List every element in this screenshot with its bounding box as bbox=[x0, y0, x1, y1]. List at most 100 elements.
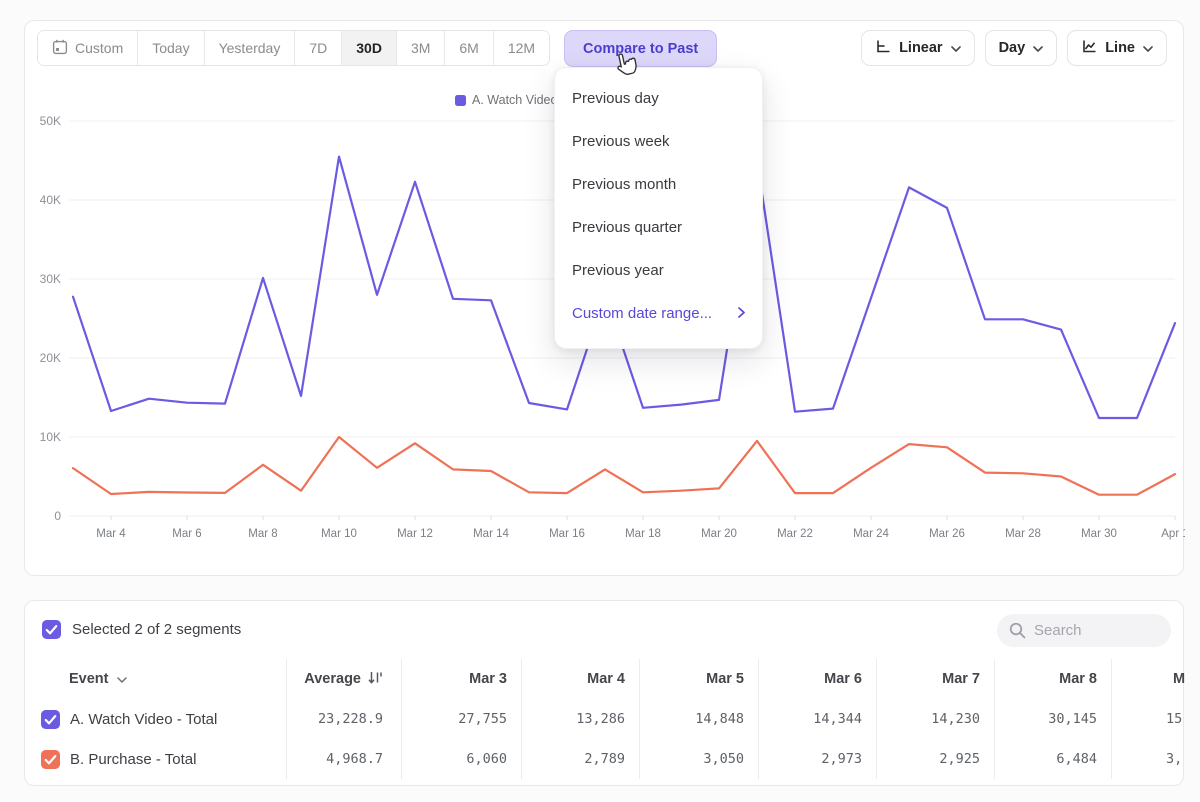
compare-to-past-menu: Previous dayPrevious weekPrevious monthP… bbox=[554, 67, 763, 349]
x-tick-label: Mar 8 bbox=[248, 528, 277, 540]
x-tick-label: Mar 22 bbox=[777, 528, 813, 540]
table-row-label: B. Purchase - Total bbox=[25, 739, 286, 779]
value-cell: 27,755 bbox=[401, 699, 521, 739]
x-tick-label: Mar 18 bbox=[625, 528, 661, 540]
value-cell: 2,789 bbox=[521, 739, 639, 779]
column-header-average[interactable]: Average bbox=[286, 659, 401, 699]
value-cell: 3, bbox=[1111, 739, 1185, 779]
cell-value: 15, bbox=[1166, 711, 1185, 727]
cell-value: 14,848 bbox=[695, 711, 744, 727]
table-row-label: A. Watch Video - Total bbox=[25, 699, 286, 739]
cell-value: 30,145 bbox=[1048, 711, 1097, 727]
x-tick-label: Mar 10 bbox=[321, 528, 357, 540]
chevron-right-icon bbox=[738, 305, 745, 322]
column-header-label: Mar 8 bbox=[1059, 671, 1097, 687]
cell-value: 2,789 bbox=[584, 751, 625, 767]
value-cell: 15, bbox=[1111, 699, 1185, 739]
x-tick-label: Mar 14 bbox=[473, 528, 509, 540]
segment-checkbox[interactable] bbox=[41, 750, 60, 769]
y-tick-label: 10K bbox=[40, 430, 61, 444]
column-header-label: Event bbox=[69, 671, 109, 687]
x-tick-label: Mar 26 bbox=[929, 528, 965, 540]
select-all-checkbox[interactable] bbox=[42, 620, 61, 639]
cell-value: 2,973 bbox=[821, 751, 862, 767]
custom-date-range-label: Custom date range... bbox=[572, 305, 712, 322]
menu-item-previous-day[interactable]: Previous day bbox=[555, 77, 762, 120]
value-cell: 14,344 bbox=[758, 699, 876, 739]
column-header-label: Mar 4 bbox=[587, 671, 625, 687]
x-tick-label: Mar 12 bbox=[397, 528, 433, 540]
x-tick-label: Mar 6 bbox=[172, 528, 201, 540]
cell-value: 14,230 bbox=[931, 711, 980, 727]
column-header-mar-5: Mar 5 bbox=[639, 659, 758, 699]
value-cell: 6,060 bbox=[401, 739, 521, 779]
cell-value: 6,060 bbox=[466, 751, 507, 767]
average-value: 4,968.7 bbox=[326, 751, 383, 767]
y-tick-label: 20K bbox=[40, 351, 61, 365]
y-tick-label: 0 bbox=[54, 509, 61, 523]
x-tick-label: Mar 30 bbox=[1081, 528, 1117, 540]
cell-value: 14,344 bbox=[813, 711, 862, 727]
cell-value: 3,050 bbox=[703, 751, 744, 767]
menu-item-previous-year[interactable]: Previous year bbox=[555, 249, 762, 292]
cell-value: 6,484 bbox=[1056, 751, 1097, 767]
cell-value: 3, bbox=[1166, 751, 1182, 767]
y-tick-label: 30K bbox=[40, 272, 61, 286]
value-cell: 30,145 bbox=[994, 699, 1111, 739]
x-tick-label: Mar 20 bbox=[701, 528, 737, 540]
value-cell: 3,050 bbox=[639, 739, 758, 779]
chart-card: CustomTodayYesterday7D30D3M6M12M Compare… bbox=[24, 20, 1184, 576]
legend-item-a[interactable]: A. Watch Video bbox=[455, 93, 557, 107]
menu-item-previous-month[interactable]: Previous month bbox=[555, 163, 762, 206]
column-header-m: M bbox=[1111, 659, 1185, 699]
column-header-label: Average bbox=[304, 671, 361, 687]
column-header-event[interactable]: Event bbox=[25, 659, 286, 699]
column-header-label: Mar 5 bbox=[706, 671, 744, 687]
y-tick-label: 50K bbox=[40, 114, 61, 128]
column-header-mar-7: Mar 7 bbox=[876, 659, 994, 699]
selected-segments-label: Selected 2 of 2 segments bbox=[72, 621, 241, 638]
search-box bbox=[997, 614, 1171, 647]
column-header-label: M bbox=[1173, 671, 1185, 687]
y-tick-label: 40K bbox=[40, 193, 61, 207]
value-cell: 13,286 bbox=[521, 699, 639, 739]
column-header-label: Mar 3 bbox=[469, 671, 507, 687]
column-header-mar-3: Mar 3 bbox=[401, 659, 521, 699]
value-cell: 14,848 bbox=[639, 699, 758, 739]
segment-checkbox[interactable] bbox=[41, 710, 60, 729]
column-header-label: Mar 6 bbox=[824, 671, 862, 687]
column-header-label: Mar 7 bbox=[942, 671, 980, 687]
legend-label: A. Watch Video bbox=[472, 93, 557, 107]
value-cell: 2,925 bbox=[876, 739, 994, 779]
segments-header: Selected 2 of 2 segments bbox=[25, 614, 1183, 648]
average-value: 23,228.9 bbox=[318, 711, 383, 727]
average-cell: 23,228.9 bbox=[286, 699, 401, 739]
column-header-mar-6: Mar 6 bbox=[758, 659, 876, 699]
segments-table-card: Selected 2 of 2 segments Event Average Mar… bbox=[24, 600, 1184, 786]
series-line-purchase[interactable] bbox=[73, 437, 1175, 495]
chevron-down-icon bbox=[117, 671, 127, 687]
sort-descending-icon bbox=[368, 670, 383, 689]
menu-item-custom-date-range[interactable]: Custom date range... bbox=[555, 292, 762, 335]
column-header-mar-4: Mar 4 bbox=[521, 659, 639, 699]
column-header-mar-8: Mar 8 bbox=[994, 659, 1111, 699]
segments-table: Event Average Mar 3 Mar 4 Mar 5 Mar 6 Mar 7 Mar… bbox=[25, 659, 1185, 779]
segment-name: B. Purchase - Total bbox=[70, 751, 196, 768]
value-cell: 6,484 bbox=[994, 739, 1111, 779]
menu-item-previous-week[interactable]: Previous week bbox=[555, 120, 762, 163]
cell-value: 2,925 bbox=[939, 751, 980, 767]
cell-value: 13,286 bbox=[576, 711, 625, 727]
value-cell: 2,973 bbox=[758, 739, 876, 779]
x-tick-label: Mar 24 bbox=[853, 528, 889, 540]
value-cell: 14,230 bbox=[876, 699, 994, 739]
menu-item-previous-quarter[interactable]: Previous quarter bbox=[555, 206, 762, 249]
x-tick-label: Mar 28 bbox=[1005, 528, 1041, 540]
legend-swatch bbox=[455, 95, 466, 106]
segment-name: A. Watch Video - Total bbox=[70, 711, 217, 728]
x-tick-label: Mar 16 bbox=[549, 528, 585, 540]
cell-value: 27,755 bbox=[458, 711, 507, 727]
x-tick-label: Mar 4 bbox=[96, 528, 126, 540]
x-tick-label: Apr 1 bbox=[1161, 528, 1185, 540]
search-icon bbox=[1008, 621, 1027, 645]
average-cell: 4,968.7 bbox=[286, 739, 401, 779]
